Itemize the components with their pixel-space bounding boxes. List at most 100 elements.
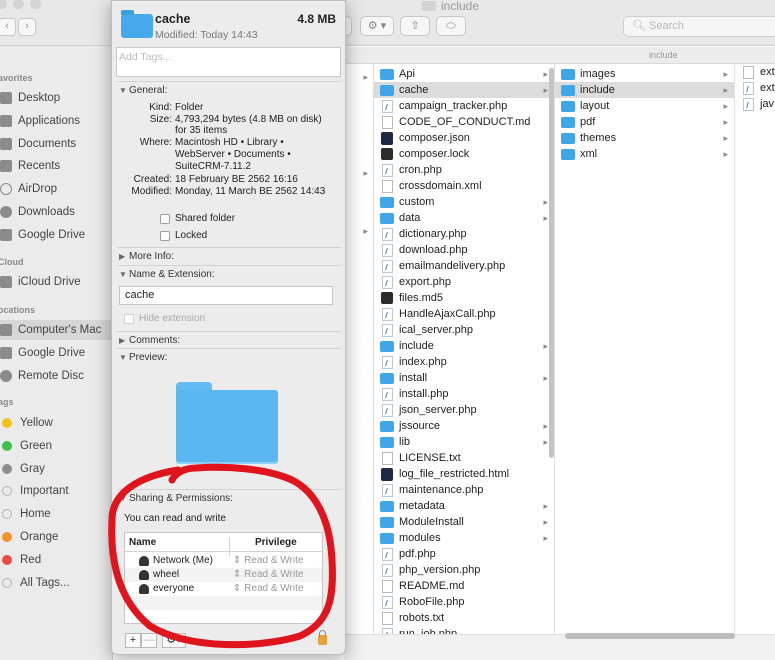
folder-row[interactable]: images ▸ <box>555 66 734 82</box>
get-info-panel: cache 4.8 MB Modified: Today 14:43 Add T… <box>111 0 346 655</box>
file-row[interactable]: json_server.php <box>374 402 554 418</box>
file-row[interactable]: ext <box>735 80 775 96</box>
folder-row[interactable]: include ▸ <box>374 338 554 354</box>
file-row[interactable]: crossdomain.xml <box>374 178 554 194</box>
sidebar-item-green[interactable]: Green <box>0 436 52 456</box>
folder-row[interactable]: Api ▸ <box>374 66 554 82</box>
file-row[interactable]: download.php <box>374 242 554 258</box>
file-row[interactable]: README.md <box>374 578 554 594</box>
file-row[interactable]: pdf.php <box>374 546 554 562</box>
sidebar-item-yellow[interactable]: Yellow <box>0 413 53 433</box>
folder-row[interactable]: data ▸ <box>374 210 554 226</box>
file-row[interactable]: log_file_restricted.html <box>374 466 554 482</box>
file-row[interactable]: emailmandelivery.php <box>374 258 554 274</box>
more-info-toggle[interactable]: ▶ More Info: <box>119 251 174 262</box>
file-row[interactable]: composer.lock <box>374 146 554 162</box>
sidebar-item-computer-s-mac[interactable]: Computer's Mac <box>0 320 113 340</box>
folder-row[interactable]: pdf ▸ <box>555 114 734 130</box>
file-row[interactable]: install.php <box>374 386 554 402</box>
file-row[interactable]: HandleAjaxCall.php <box>374 306 554 322</box>
folder-row[interactable]: custom ▸ <box>374 194 554 210</box>
sidebar-item-orange[interactable]: Orange <box>0 527 58 547</box>
name-input[interactable]: cache <box>119 286 333 305</box>
sidebar-item-icloud-drive[interactable]: iCloud Drive <box>0 272 81 292</box>
sidebar-item-desktop[interactable]: Desktop <box>0 88 60 108</box>
share-button[interactable]: ⇧ <box>400 16 430 36</box>
file-row[interactable]: export.php <box>374 274 554 290</box>
column-header-name[interactable]: Name <box>129 537 156 548</box>
file-row[interactable]: cron.php <box>374 162 554 178</box>
folder-row[interactable]: jssource ▸ <box>374 418 554 434</box>
sidebar-item-google-drive[interactable]: Google Drive <box>0 225 85 245</box>
file-row[interactable]: index.php <box>374 354 554 370</box>
file-row[interactable]: dictionary.php <box>374 226 554 242</box>
sidebar-item-red[interactable]: Red <box>0 550 41 570</box>
search-input[interactable]: 🔍︎ Search <box>623 16 775 37</box>
folder-row[interactable]: install ▸ <box>374 370 554 386</box>
name-extension-toggle[interactable]: ▼ Name & Extension: <box>119 269 215 280</box>
file-row[interactable]: robots.txt <box>374 610 554 626</box>
folder-row[interactable]: lib ▸ <box>374 434 554 450</box>
action-gear-button[interactable]: ⚙ ▾ <box>360 16 394 36</box>
permission-row[interactable]: Network (Me) ⇕ Read & Write <box>125 554 322 568</box>
sharing-permissions-toggle[interactable]: ▼ Sharing & Permissions: <box>119 493 233 504</box>
forward-button[interactable]: › <box>18 18 36 36</box>
file-row[interactable]: LICENSE.txt <box>374 450 554 466</box>
file-row[interactable]: ext <box>735 64 775 80</box>
privilege-popup[interactable]: ⇕ Read & Write <box>233 583 303 594</box>
file-row[interactable]: CODE_OF_CONDUCT.md <box>374 114 554 130</box>
sidebar-item-all-tags-[interactable]: All Tags... <box>0 573 70 593</box>
sidebar-item-google-drive[interactable]: Google Drive <box>0 343 85 363</box>
sidebar-item-home[interactable]: Home <box>0 504 51 524</box>
folder-row[interactable]: layout ▸ <box>555 98 734 114</box>
file-row[interactable]: RoboFile.php <box>374 594 554 610</box>
folder-row[interactable]: xml ▸ <box>555 146 734 162</box>
hide-extension-checkbox[interactable]: Hide extension <box>124 313 205 324</box>
sidebar-item-remote-disc[interactable]: Remote Disc <box>0 366 84 386</box>
permissions-action-button[interactable]: ⚙▾ <box>162 633 186 648</box>
permission-row[interactable]: wheel ⇕ Read & Write <box>125 568 322 582</box>
file-row[interactable]: ical_server.php <box>374 322 554 338</box>
zoom-window-button[interactable] <box>30 0 41 9</box>
folder-row[interactable]: ModuleInstall ▸ <box>374 514 554 530</box>
lock-icon[interactable] <box>318 630 327 645</box>
sidebar-item-airdrop[interactable]: AirDrop <box>0 179 57 199</box>
disclosure-closed-icon: ▶ <box>119 336 126 345</box>
back-button[interactable]: ‹ <box>0 18 16 36</box>
horizontal-scrollbar[interactable] <box>565 633 735 639</box>
locked-checkbox[interactable]: Locked <box>160 230 207 241</box>
sidebar-item-important[interactable]: Important <box>0 481 69 501</box>
tags-field[interactable]: Add Tags... <box>116 47 341 77</box>
file-row[interactable]: files.md5 <box>374 290 554 306</box>
edit-tags-button[interactable]: ⬭ <box>436 16 466 36</box>
privilege-popup[interactable]: ⇕ Read & Write <box>233 555 303 566</box>
preview-toggle[interactable]: ▼ Preview: <box>119 352 167 363</box>
folder-row[interactable]: include ▸ <box>555 82 734 98</box>
add-user-button[interactable]: + <box>125 633 141 648</box>
permission-row[interactable]: everyone ⇕ Read & Write <box>125 582 322 596</box>
privilege-popup[interactable]: ⇕ Read & Write <box>233 569 303 580</box>
sidebar-item-applications[interactable]: Applications <box>0 111 80 131</box>
folder-row[interactable]: metadata ▸ <box>374 498 554 514</box>
remove-user-button[interactable]: — <box>141 633 157 648</box>
column-header-privilege[interactable]: Privilege <box>255 537 297 548</box>
sidebar-item-downloads[interactable]: Downloads <box>0 202 75 222</box>
folder-row[interactable]: cache ▸ <box>374 82 554 98</box>
sidebar-item-documents[interactable]: Documents <box>0 134 76 154</box>
file-row[interactable]: composer.json <box>374 130 554 146</box>
shared-folder-checkbox[interactable]: Shared folder <box>160 213 235 224</box>
general-section-toggle[interactable]: ▼ General: <box>119 85 167 96</box>
file-row[interactable]: php_version.php <box>374 562 554 578</box>
folder-row[interactable]: modules ▸ <box>374 530 554 546</box>
comments-toggle[interactable]: ▶ Comments: <box>119 335 180 346</box>
file-row[interactable]: jav <box>735 96 775 112</box>
sidebar-item-recents[interactable]: Recents <box>0 156 60 176</box>
sidebar-item-gray[interactable]: Gray <box>0 459 45 479</box>
file-row[interactable]: maintenance.php <box>374 482 554 498</box>
minimize-window-button[interactable] <box>13 0 24 9</box>
file-row[interactable]: campaign_tracker.php <box>374 98 554 114</box>
folder-icon <box>380 68 394 80</box>
vertical-scrollbar[interactable] <box>549 68 554 458</box>
close-window-button[interactable] <box>0 0 7 9</box>
folder-row[interactable]: themes ▸ <box>555 130 734 146</box>
